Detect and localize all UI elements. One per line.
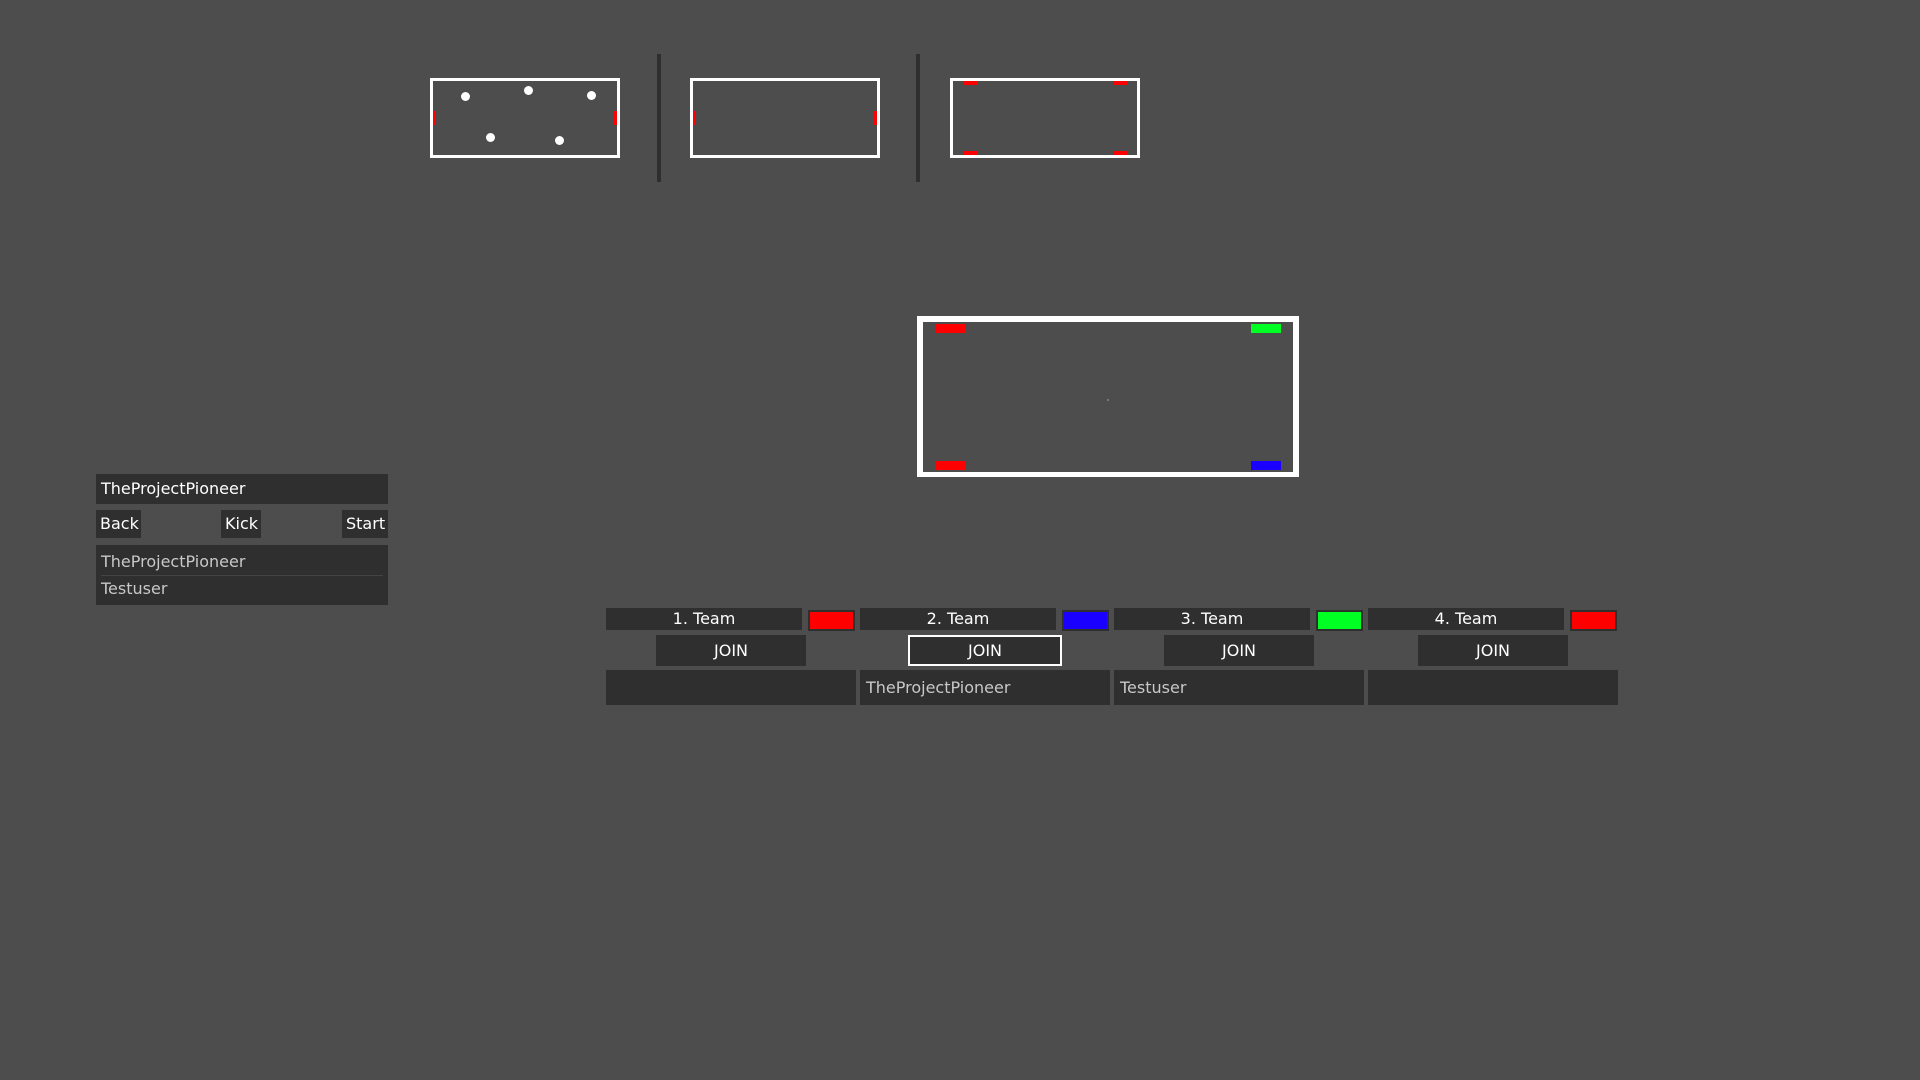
center-dot — [1107, 399, 1109, 401]
team-2-join-button[interactable]: JOIN — [908, 635, 1062, 666]
back-button[interactable]: Back — [96, 510, 141, 538]
team-2-members: TheProjectPioneer — [860, 670, 1110, 705]
goal-marker-bottom-right — [1113, 151, 1127, 155]
team-2-color-swatch[interactable] — [1062, 610, 1109, 631]
team-4-join-button[interactable]: JOIN — [1418, 635, 1568, 666]
host-name-field: TheProjectPioneer — [96, 474, 388, 504]
goal-marker-bottom-left — [963, 151, 977, 155]
team-1-color-swatch[interactable] — [808, 610, 855, 631]
map-preview-side-goals[interactable] — [690, 78, 880, 158]
team-goal-bottom-right — [1251, 461, 1281, 470]
team-goal-top-right — [1251, 324, 1281, 333]
map-preview-corner-goals[interactable] — [950, 78, 1140, 158]
team-3-color-swatch[interactable] — [1316, 610, 1363, 631]
team-2-label: 2. Team — [860, 608, 1056, 630]
team-1-label: 1. Team — [606, 608, 802, 630]
team-4-color-swatch[interactable] — [1570, 610, 1617, 631]
player-list-item[interactable]: TheProjectPioneer — [101, 549, 383, 576]
team-3-label: 3. Team — [1114, 608, 1310, 630]
ball-icon — [587, 91, 596, 100]
team-goal-top-left — [935, 324, 965, 333]
team-goal-bottom-left — [935, 461, 965, 470]
goal-marker-right — [614, 111, 617, 125]
player-list: TheProjectPioneer Testuser — [96, 545, 388, 605]
team-3-members: Testuser — [1114, 670, 1364, 705]
divider — [916, 54, 920, 182]
ball-icon — [486, 133, 495, 142]
goal-marker-top-left — [963, 81, 977, 85]
map-preview-balls[interactable] — [430, 78, 620, 158]
team-4-members — [1368, 670, 1618, 705]
kick-button[interactable]: Kick — [221, 510, 261, 538]
ball-icon — [555, 136, 564, 145]
ball-icon — [524, 86, 533, 95]
start-button[interactable]: Start — [342, 510, 388, 538]
team-1-join-button[interactable]: JOIN — [656, 635, 806, 666]
divider — [657, 54, 661, 182]
player-list-item[interactable]: Testuser — [101, 576, 383, 602]
goal-marker-top-right — [1113, 81, 1127, 85]
team-4-label: 4. Team — [1368, 608, 1564, 630]
goal-marker-right — [874, 111, 877, 125]
team-1-members — [606, 670, 856, 705]
field-preview — [917, 316, 1299, 477]
goal-marker-left — [693, 111, 696, 125]
team-3-join-button[interactable]: JOIN — [1164, 635, 1314, 666]
ball-icon — [461, 92, 470, 101]
goal-marker-left — [433, 111, 436, 125]
